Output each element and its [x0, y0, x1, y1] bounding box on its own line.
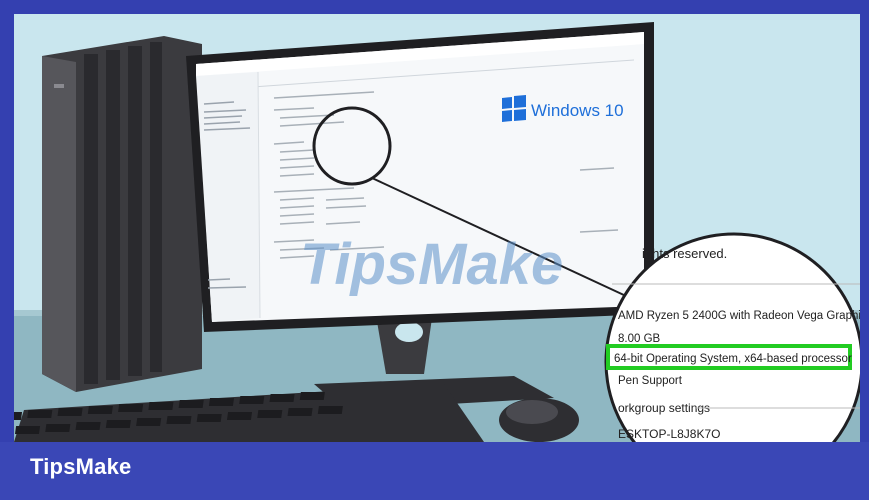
tower-pc — [42, 36, 202, 392]
processor-value: AMD Ryzen 5 2400G with Radeon Vega Graph… — [618, 310, 860, 322]
mouse-highlight — [506, 400, 558, 424]
illustration-scene: Windows 10 TipsMake ights reserved. AMD … — [14, 14, 860, 442]
footer-bar: TipsMake — [0, 442, 869, 500]
computer-name-value: ESKTOP-L8J8K7O — [618, 427, 721, 441]
windows-10-label: Windows 10 — [531, 101, 624, 120]
copyright-fragment: ights reserved. — [642, 246, 727, 261]
pen-touch-value: Pen Support — [618, 375, 683, 387]
frame: Windows 10 TipsMake ights reserved. AMD … — [0, 0, 869, 500]
ram-value: 8.00 GB — [618, 333, 661, 345]
system-type-value: 64-bit Operating System, x64-based proce… — [614, 353, 852, 365]
computer-illustration: Windows 10 TipsMake ights reserved. AMD … — [14, 22, 860, 442]
watermark-text: TipsMake — [300, 232, 563, 297]
brand-logo-text: TipsMake — [30, 454, 132, 479]
